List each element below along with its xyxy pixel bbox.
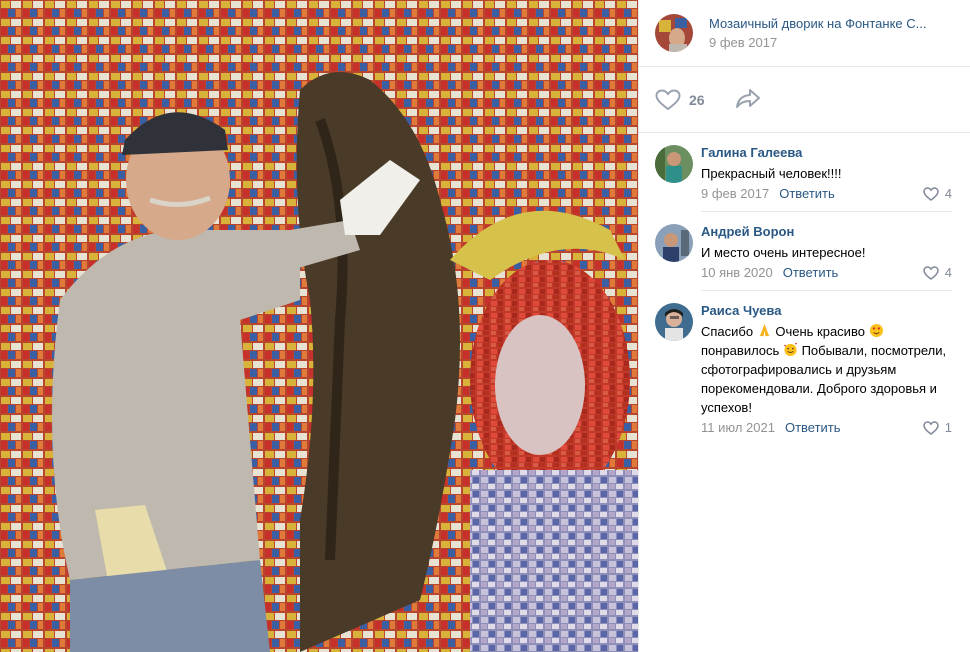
avatar-image xyxy=(655,303,693,341)
comment-text-part: Спасибо xyxy=(701,324,754,339)
community-avatar[interactable] xyxy=(655,14,693,52)
comment-like-count: 1 xyxy=(944,420,952,435)
community-name-link[interactable]: Мозаичный дворик на Фонтанке С... xyxy=(709,16,954,31)
comment-date[interactable]: 11 июл 2021 xyxy=(701,420,775,435)
side-panel: Мозаичный дворик на Фонтанке С... 9 фев … xyxy=(638,0,970,652)
post-viewer: Мозаичный дворик на Фонтанке С... 9 фев … xyxy=(0,0,970,652)
comment-like-count: 4 xyxy=(944,186,952,201)
comment-text-part: понравилось xyxy=(701,343,780,358)
share-arrow-icon xyxy=(735,89,760,108)
like-button[interactable]: 26 xyxy=(655,88,705,111)
comment-text: Прекрасный человек!!!! xyxy=(701,166,842,181)
comment-text: И место очень интересное! xyxy=(701,245,866,260)
heart-icon xyxy=(923,186,939,201)
comment-avatar[interactable] xyxy=(655,303,693,341)
comment-avatar[interactable] xyxy=(655,145,693,183)
comment: Раиса Чуева Спасибо Очень красиво понрав… xyxy=(639,291,970,445)
comment-like-button[interactable]: 4 xyxy=(923,186,952,201)
reply-button[interactable]: Ответить xyxy=(783,265,839,280)
avatar-image xyxy=(655,14,693,52)
comment-like-button[interactable]: 1 xyxy=(923,420,952,435)
comment-author[interactable]: Андрей Ворон xyxy=(701,224,952,240)
comment-author[interactable]: Раиса Чуева xyxy=(701,303,952,319)
comment: Галина Галеева Прекрасный человек!!!! 9 … xyxy=(639,133,970,212)
smiling-face-hearts-icon xyxy=(784,343,797,357)
like-count: 26 xyxy=(689,91,705,108)
comment-like-button[interactable]: 4 xyxy=(923,265,952,280)
comment-author[interactable]: Галина Галеева xyxy=(701,145,952,161)
avatar-image xyxy=(655,224,693,262)
mosaic-photo-image xyxy=(0,0,638,652)
share-button[interactable] xyxy=(735,88,761,111)
heart-eyes-emoji-icon xyxy=(869,323,883,338)
praying-hands-icon xyxy=(759,323,769,337)
post-photo[interactable] xyxy=(0,0,638,652)
reply-button[interactable]: Ответить xyxy=(785,420,841,435)
comment-date[interactable]: 9 фев 2017 xyxy=(701,186,769,201)
heart-icon xyxy=(923,420,939,435)
heart-icon xyxy=(655,88,681,110)
comment-avatar[interactable] xyxy=(655,224,693,262)
comment-text: Спасибо Очень красиво понравилось Побыва… xyxy=(701,322,952,417)
comment-date[interactable]: 10 янв 2020 xyxy=(701,265,773,280)
comment-like-count: 4 xyxy=(944,265,952,280)
avatar-image xyxy=(655,145,693,183)
post-header: Мозаичный дворик на Фонтанке С... 9 фев … xyxy=(639,0,970,67)
post-date: 9 фев 2017 xyxy=(709,35,778,50)
comment: Андрей Ворон И место очень интересное! 1… xyxy=(639,212,970,291)
comment-text-part: Очень красиво xyxy=(775,324,865,339)
heart-icon xyxy=(923,265,939,280)
post-actions: 26 xyxy=(639,67,970,133)
reply-button[interactable]: Ответить xyxy=(779,186,835,201)
